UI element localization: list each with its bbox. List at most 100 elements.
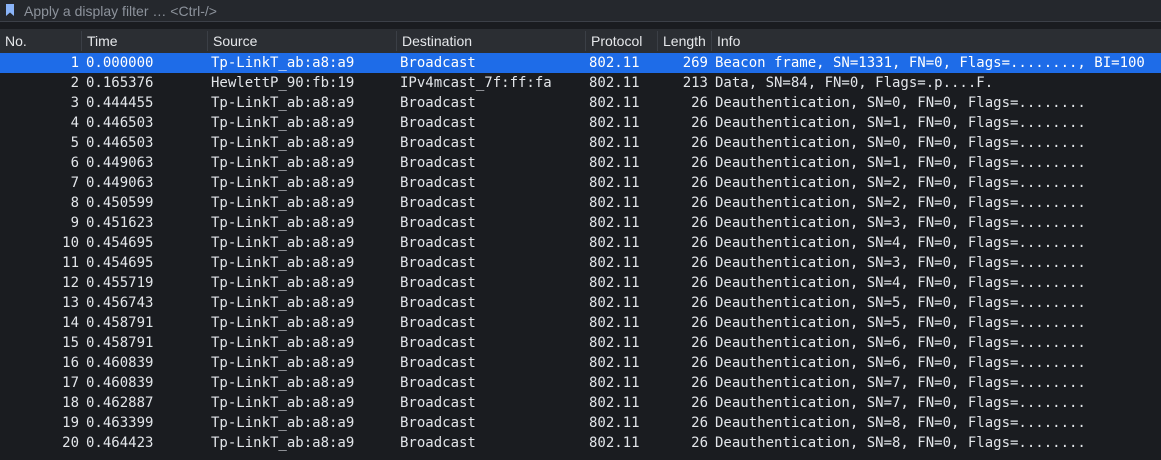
packet-no: 13 [62, 295, 79, 311]
packet-length: 26 [691, 155, 708, 171]
packet-row[interactable]: 14 0.458791 Tp-LinkT_ab:a8:a9 Broadcast 802.… [0, 313, 1161, 333]
packet-protocol: 802.11 [589, 95, 640, 111]
packet-no: 6 [70, 155, 79, 171]
packet-row[interactable]: 19 0.463399 Tp-LinkT_ab:a8:a9 Broadcast 802.… [0, 413, 1161, 433]
packet-no: 19 [62, 415, 79, 431]
packet-row[interactable]: 4 0.446503 Tp-LinkT_ab:a8:a9 Broadcast 802.1… [0, 113, 1161, 133]
display-filter-input[interactable] [18, 1, 1160, 20]
column-header-info[interactable]: Info [712, 29, 1161, 53]
packet-no: 11 [62, 255, 79, 271]
packet-protocol: 802.11 [589, 75, 640, 91]
packet-length: 26 [691, 415, 708, 431]
packet-length: 26 [691, 275, 708, 291]
packet-time: 0.456743 [86, 295, 154, 311]
packet-length: 26 [691, 375, 708, 391]
packet-protocol: 802.11 [589, 55, 640, 71]
column-header-source[interactable]: Source [208, 29, 397, 53]
packet-source: Tp-LinkT_ab:a8:a9 [211, 315, 355, 331]
packet-source: Tp-LinkT_ab:a8:a9 [211, 255, 355, 271]
packet-row[interactable]: 12 0.455719 Tp-LinkT_ab:a8:a9 Broadcast 802.… [0, 273, 1161, 293]
column-header-time[interactable]: Time [82, 29, 208, 53]
packet-protocol: 802.11 [589, 195, 640, 211]
packet-row[interactable]: 13 0.456743 Tp-LinkT_ab:a8:a9 Broadcast 802.… [0, 293, 1161, 313]
packet-row[interactable]: 5 0.446503 Tp-LinkT_ab:a8:a9 Broadcast 802.1… [0, 133, 1161, 153]
packet-row[interactable]: 16 0.460839 Tp-LinkT_ab:a8:a9 Broadcast 802.… [0, 353, 1161, 373]
packet-protocol: 802.11 [589, 295, 640, 311]
packet-time: 0.444455 [86, 95, 154, 111]
packet-source: Tp-LinkT_ab:a8:a9 [211, 275, 355, 291]
packet-time: 0.464423 [86, 435, 154, 451]
packet-info: Deauthentication, SN=6, FN=0, Flags=....… [715, 335, 1086, 351]
packet-destination: Broadcast [400, 355, 476, 371]
packet-info: Deauthentication, SN=0, FN=0, Flags=....… [715, 135, 1086, 151]
packet-length: 213 [682, 75, 708, 91]
packet-protocol: 802.11 [589, 355, 640, 371]
packet-length: 269 [682, 55, 708, 71]
packet-info: Deauthentication, SN=3, FN=0, Flags=....… [715, 255, 1086, 271]
packet-no: 5 [70, 135, 79, 151]
packet-time: 0.460839 [86, 355, 154, 371]
packet-info: Deauthentication, SN=8, FN=0, Flags=....… [715, 415, 1086, 431]
packet-row[interactable]: 6 0.449063 Tp-LinkT_ab:a8:a9 Broadcast 802.1… [0, 153, 1161, 173]
packet-destination: Broadcast [400, 315, 476, 331]
packet-row[interactable]: 1 0.000000 Tp-LinkT_ab:a8:a9 Broadcast 802.1… [0, 53, 1161, 73]
column-header-protocol[interactable]: Protocol [586, 29, 658, 53]
packet-protocol: 802.11 [589, 275, 640, 291]
packet-time: 0.446503 [86, 115, 154, 131]
packet-row[interactable]: 18 0.462887 Tp-LinkT_ab:a8:a9 Broadcast 802.… [0, 393, 1161, 413]
column-header-length[interactable]: Length [658, 29, 712, 53]
packet-no: 20 [62, 435, 79, 451]
packet-destination: Broadcast [400, 195, 476, 211]
packet-source: Tp-LinkT_ab:a8:a9 [211, 415, 355, 431]
packet-protocol: 802.11 [589, 395, 640, 411]
packet-source: HewlettP_90:fb:19 [211, 75, 355, 91]
packet-time: 0.454695 [86, 255, 154, 271]
packet-protocol: 802.11 [589, 375, 640, 391]
packet-row[interactable]: 3 0.444455 Tp-LinkT_ab:a8:a9 Broadcast 802.1… [0, 93, 1161, 113]
packet-source: Tp-LinkT_ab:a8:a9 [211, 335, 355, 351]
packet-row[interactable]: 11 0.454695 Tp-LinkT_ab:a8:a9 Broadcast 802.… [0, 253, 1161, 273]
packet-destination: Broadcast [400, 95, 476, 111]
packet-source: Tp-LinkT_ab:a8:a9 [211, 55, 355, 71]
packet-info: Deauthentication, SN=6, FN=0, Flags=....… [715, 355, 1086, 371]
packet-no: 1 [70, 55, 79, 71]
packet-no: 16 [62, 355, 79, 371]
packet-source: Tp-LinkT_ab:a8:a9 [211, 215, 355, 231]
packet-source: Tp-LinkT_ab:a8:a9 [211, 175, 355, 191]
packet-source: Tp-LinkT_ab:a8:a9 [211, 135, 355, 151]
packet-length: 26 [691, 315, 708, 331]
packet-row[interactable]: 7 0.449063 Tp-LinkT_ab:a8:a9 Broadcast 802.1… [0, 173, 1161, 193]
display-filter-bar [0, 0, 1161, 22]
packet-row[interactable]: 10 0.454695 Tp-LinkT_ab:a8:a9 Broadcast 802.… [0, 233, 1161, 253]
packet-info: Deauthentication, SN=5, FN=0, Flags=....… [715, 315, 1086, 331]
packet-row[interactable]: 17 0.460839 Tp-LinkT_ab:a8:a9 Broadcast 802.… [0, 373, 1161, 393]
packet-length: 26 [691, 395, 708, 411]
packet-row[interactable]: 2 0.165376 HewlettP_90:fb:19 IPv4mcast_7f:f… [0, 73, 1161, 93]
packet-protocol: 802.11 [589, 175, 640, 191]
packet-destination: Broadcast [400, 55, 476, 71]
packet-time: 0.000000 [86, 55, 154, 71]
packet-row[interactable]: 20 0.464423 Tp-LinkT_ab:a8:a9 Broadcast 802.… [0, 433, 1161, 453]
packet-source: Tp-LinkT_ab:a8:a9 [211, 395, 355, 411]
packet-destination: Broadcast [400, 395, 476, 411]
column-header-destination[interactable]: Destination [397, 29, 586, 53]
packet-source: Tp-LinkT_ab:a8:a9 [211, 375, 355, 391]
packet-row[interactable]: 8 0.450599 Tp-LinkT_ab:a8:a9 Broadcast 802.1… [0, 193, 1161, 213]
packet-destination: Broadcast [400, 275, 476, 291]
bookmark-icon[interactable] [6, 4, 14, 16]
packet-list: 1 0.000000 Tp-LinkT_ab:a8:a9 Broadcast 802.1… [0, 53, 1161, 453]
packet-row[interactable]: 9 0.451623 Tp-LinkT_ab:a8:a9 Broadcast 802.1… [0, 213, 1161, 233]
packet-info: Data, SN=84, FN=0, Flags=.p....F. [715, 75, 994, 91]
packet-no: 15 [62, 335, 79, 351]
packet-source: Tp-LinkT_ab:a8:a9 [211, 295, 355, 311]
packet-destination: Broadcast [400, 435, 476, 451]
packet-length: 26 [691, 295, 708, 311]
column-header-no[interactable]: No. [0, 29, 82, 53]
packet-row[interactable]: 15 0.458791 Tp-LinkT_ab:a8:a9 Broadcast 802.… [0, 333, 1161, 353]
packet-protocol: 802.11 [589, 115, 640, 131]
packet-protocol: 802.11 [589, 415, 640, 431]
packet-no: 12 [62, 275, 79, 291]
packet-destination: Broadcast [400, 255, 476, 271]
packet-length: 26 [691, 255, 708, 271]
packet-no: 7 [70, 175, 79, 191]
